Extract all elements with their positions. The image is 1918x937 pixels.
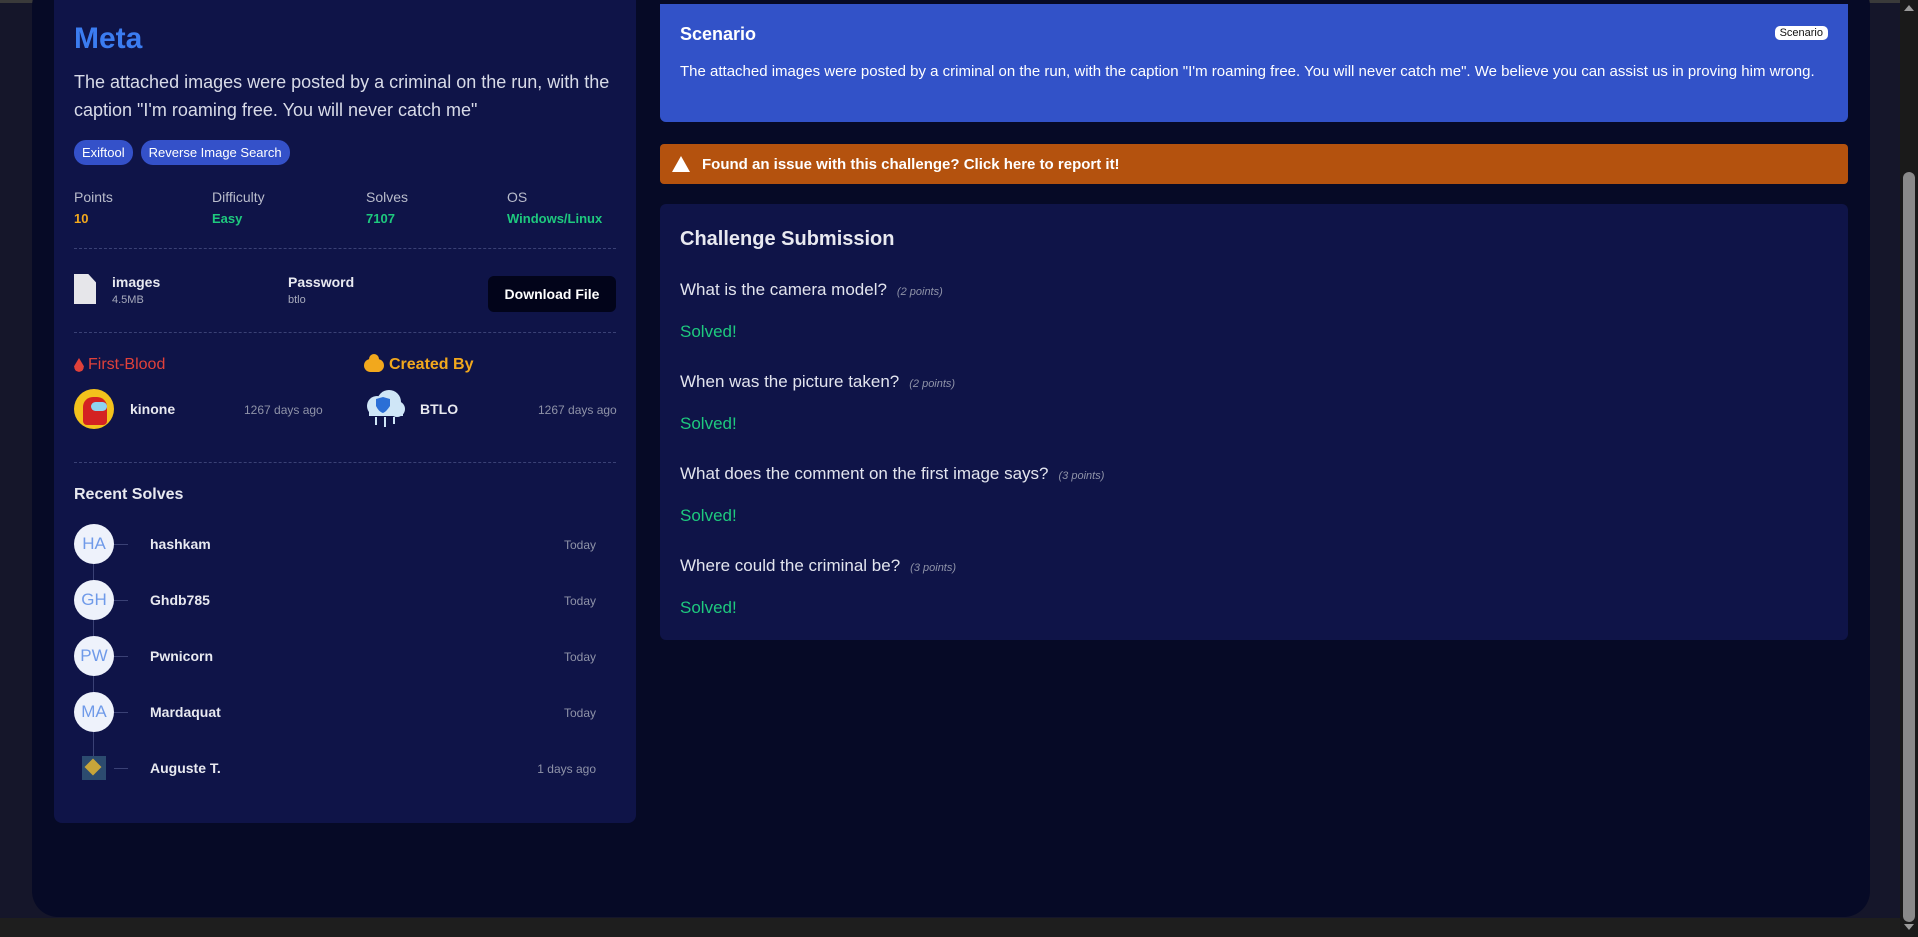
stat-label: OS — [507, 189, 528, 205]
blood-drop-icon — [74, 358, 84, 372]
cloud-icon — [364, 353, 384, 372]
stat-label: Difficulty — [212, 189, 265, 205]
password-value: btlo — [288, 294, 306, 306]
stat-os: OS Windows/Linux — [507, 189, 602, 226]
creator-name[interactable]: BTLO — [420, 401, 458, 417]
created-by-heading: Created By — [364, 353, 474, 374]
avatar — [82, 756, 106, 780]
stat-solves: Solves 7107 — [366, 189, 408, 226]
solver-name[interactable]: Mardaquat — [150, 704, 221, 720]
question-text: When was the picture taken? — [680, 372, 900, 391]
timeline-tick — [114, 544, 128, 545]
tag-exiftool[interactable]: Exiftool — [74, 140, 133, 165]
difficulty-value: Easy — [212, 211, 243, 226]
question-points: (3 points) — [1058, 470, 1105, 482]
scenario-badge: Scenario — [1774, 26, 1828, 40]
avatar-visor — [91, 402, 107, 411]
solver-name[interactable]: Pwnicorn — [150, 648, 213, 664]
question-item: What does the comment on the first image… — [680, 464, 1104, 526]
challenge-info-card: Meta The attached images were posted by … — [54, 0, 636, 823]
password-label: Password — [288, 274, 355, 290]
avatar: MA — [74, 692, 114, 732]
list-item[interactable]: PW Pwnicorn Today — [74, 636, 596, 676]
solved-status: Solved! — [680, 322, 737, 341]
solve-time: Today — [563, 650, 596, 664]
btlo-logo-icon — [367, 390, 405, 427]
stat-label: Solves — [366, 189, 409, 205]
report-issue-link[interactable]: Found an issue with this challenge? Clic… — [702, 156, 1120, 173]
creator-time: 1267 days ago — [538, 403, 617, 417]
avatar: HA — [74, 524, 114, 564]
os-value: Windows/Linux — [507, 211, 603, 226]
list-item[interactable]: MA Mardaquat Today — [74, 692, 596, 732]
points-value: 10 — [74, 211, 89, 226]
question-item: What is the camera model? (2 points) Solv… — [680, 280, 943, 342]
solver-name[interactable]: Auguste T. — [150, 760, 221, 776]
report-issue-banner[interactable]: Found an issue with this challenge? Clic… — [660, 144, 1848, 184]
question-item: Where could the criminal be? (3 points) S… — [680, 556, 956, 618]
stat-difficulty: Difficulty Easy — [212, 189, 265, 226]
tag-reverse-image-search[interactable]: Reverse Image Search — [140, 140, 290, 165]
scenario-title: Scenario — [680, 24, 757, 44]
timeline-tick — [114, 656, 128, 657]
list-item[interactable]: Auguste T. 1 days ago — [74, 748, 596, 788]
scenario-text: The attached images were posted by a cri… — [680, 63, 1815, 80]
scenario-panel: Scenario Scenario The attached images we… — [660, 4, 1848, 122]
created-by-label: Created By — [389, 356, 474, 373]
tag-list: Exiftool Reverse Image Search — [74, 140, 290, 165]
question-text: What is the camera model? — [680, 280, 887, 299]
recent-solves-heading: Recent Solves — [74, 486, 184, 503]
question-item: When was the picture taken? (2 points) So… — [680, 372, 955, 434]
timeline-tick — [114, 600, 128, 601]
solve-time: Today — [563, 706, 596, 720]
file-size: 4.5MB — [112, 294, 144, 306]
window-bottom-strip — [0, 918, 1900, 937]
solver-name[interactable]: hashkam — [150, 536, 211, 552]
warning-icon — [672, 156, 690, 172]
submission-title: Challenge Submission — [680, 228, 895, 250]
solved-status: Solved! — [680, 414, 737, 433]
divider — [74, 248, 616, 249]
divider — [74, 462, 616, 463]
first-blood-user[interactable]: kinone — [130, 401, 175, 417]
solve-time: 1 days ago — [537, 762, 596, 776]
first-blood-time: 1267 days ago — [244, 403, 323, 417]
solve-time: Today — [563, 538, 596, 552]
scroll-down-arrow-icon[interactable] — [1904, 924, 1914, 930]
question-text: Where could the criminal be? — [680, 556, 901, 575]
challenge-description: The attached images were posted by a cri… — [74, 72, 610, 120]
scrollbar-thumb[interactable] — [1903, 172, 1915, 922]
first-blood-label: First-Blood — [88, 356, 166, 373]
divider — [74, 332, 616, 333]
stat-label: Points — [74, 189, 113, 205]
download-file-button[interactable]: Download File — [488, 276, 616, 312]
avatar: PW — [74, 636, 114, 676]
solved-status: Solved! — [680, 506, 737, 525]
file-icon — [74, 274, 96, 304]
challenge-title: Meta — [74, 22, 143, 55]
timeline-tick — [114, 768, 128, 769]
solve-time: Today — [563, 594, 596, 608]
question-points: (2 points) — [909, 378, 956, 390]
solves-value: 7107 — [366, 211, 395, 226]
vertical-scrollbar[interactable] — [1900, 0, 1918, 937]
list-item[interactable]: HA hashkam Today — [74, 524, 596, 564]
list-item[interactable]: GH Ghdb785 Today — [74, 580, 596, 620]
avatar: GH — [74, 580, 114, 620]
question-points: (3 points) — [910, 562, 957, 574]
timeline-tick — [114, 712, 128, 713]
question-points: (2 points) — [896, 286, 943, 298]
stat-points: Points 10 — [74, 189, 113, 226]
file-name: images — [112, 274, 161, 290]
solved-status: Solved! — [680, 598, 737, 617]
question-text: What does the comment on the first image… — [680, 464, 1049, 483]
scroll-up-arrow-icon[interactable] — [1904, 5, 1914, 11]
challenge-submission-panel: Challenge Submission What is the camera … — [660, 204, 1848, 640]
avatar[interactable] — [74, 389, 114, 429]
solver-name[interactable]: Ghdb785 — [150, 592, 210, 608]
first-blood-heading: First-Blood — [74, 356, 165, 374]
